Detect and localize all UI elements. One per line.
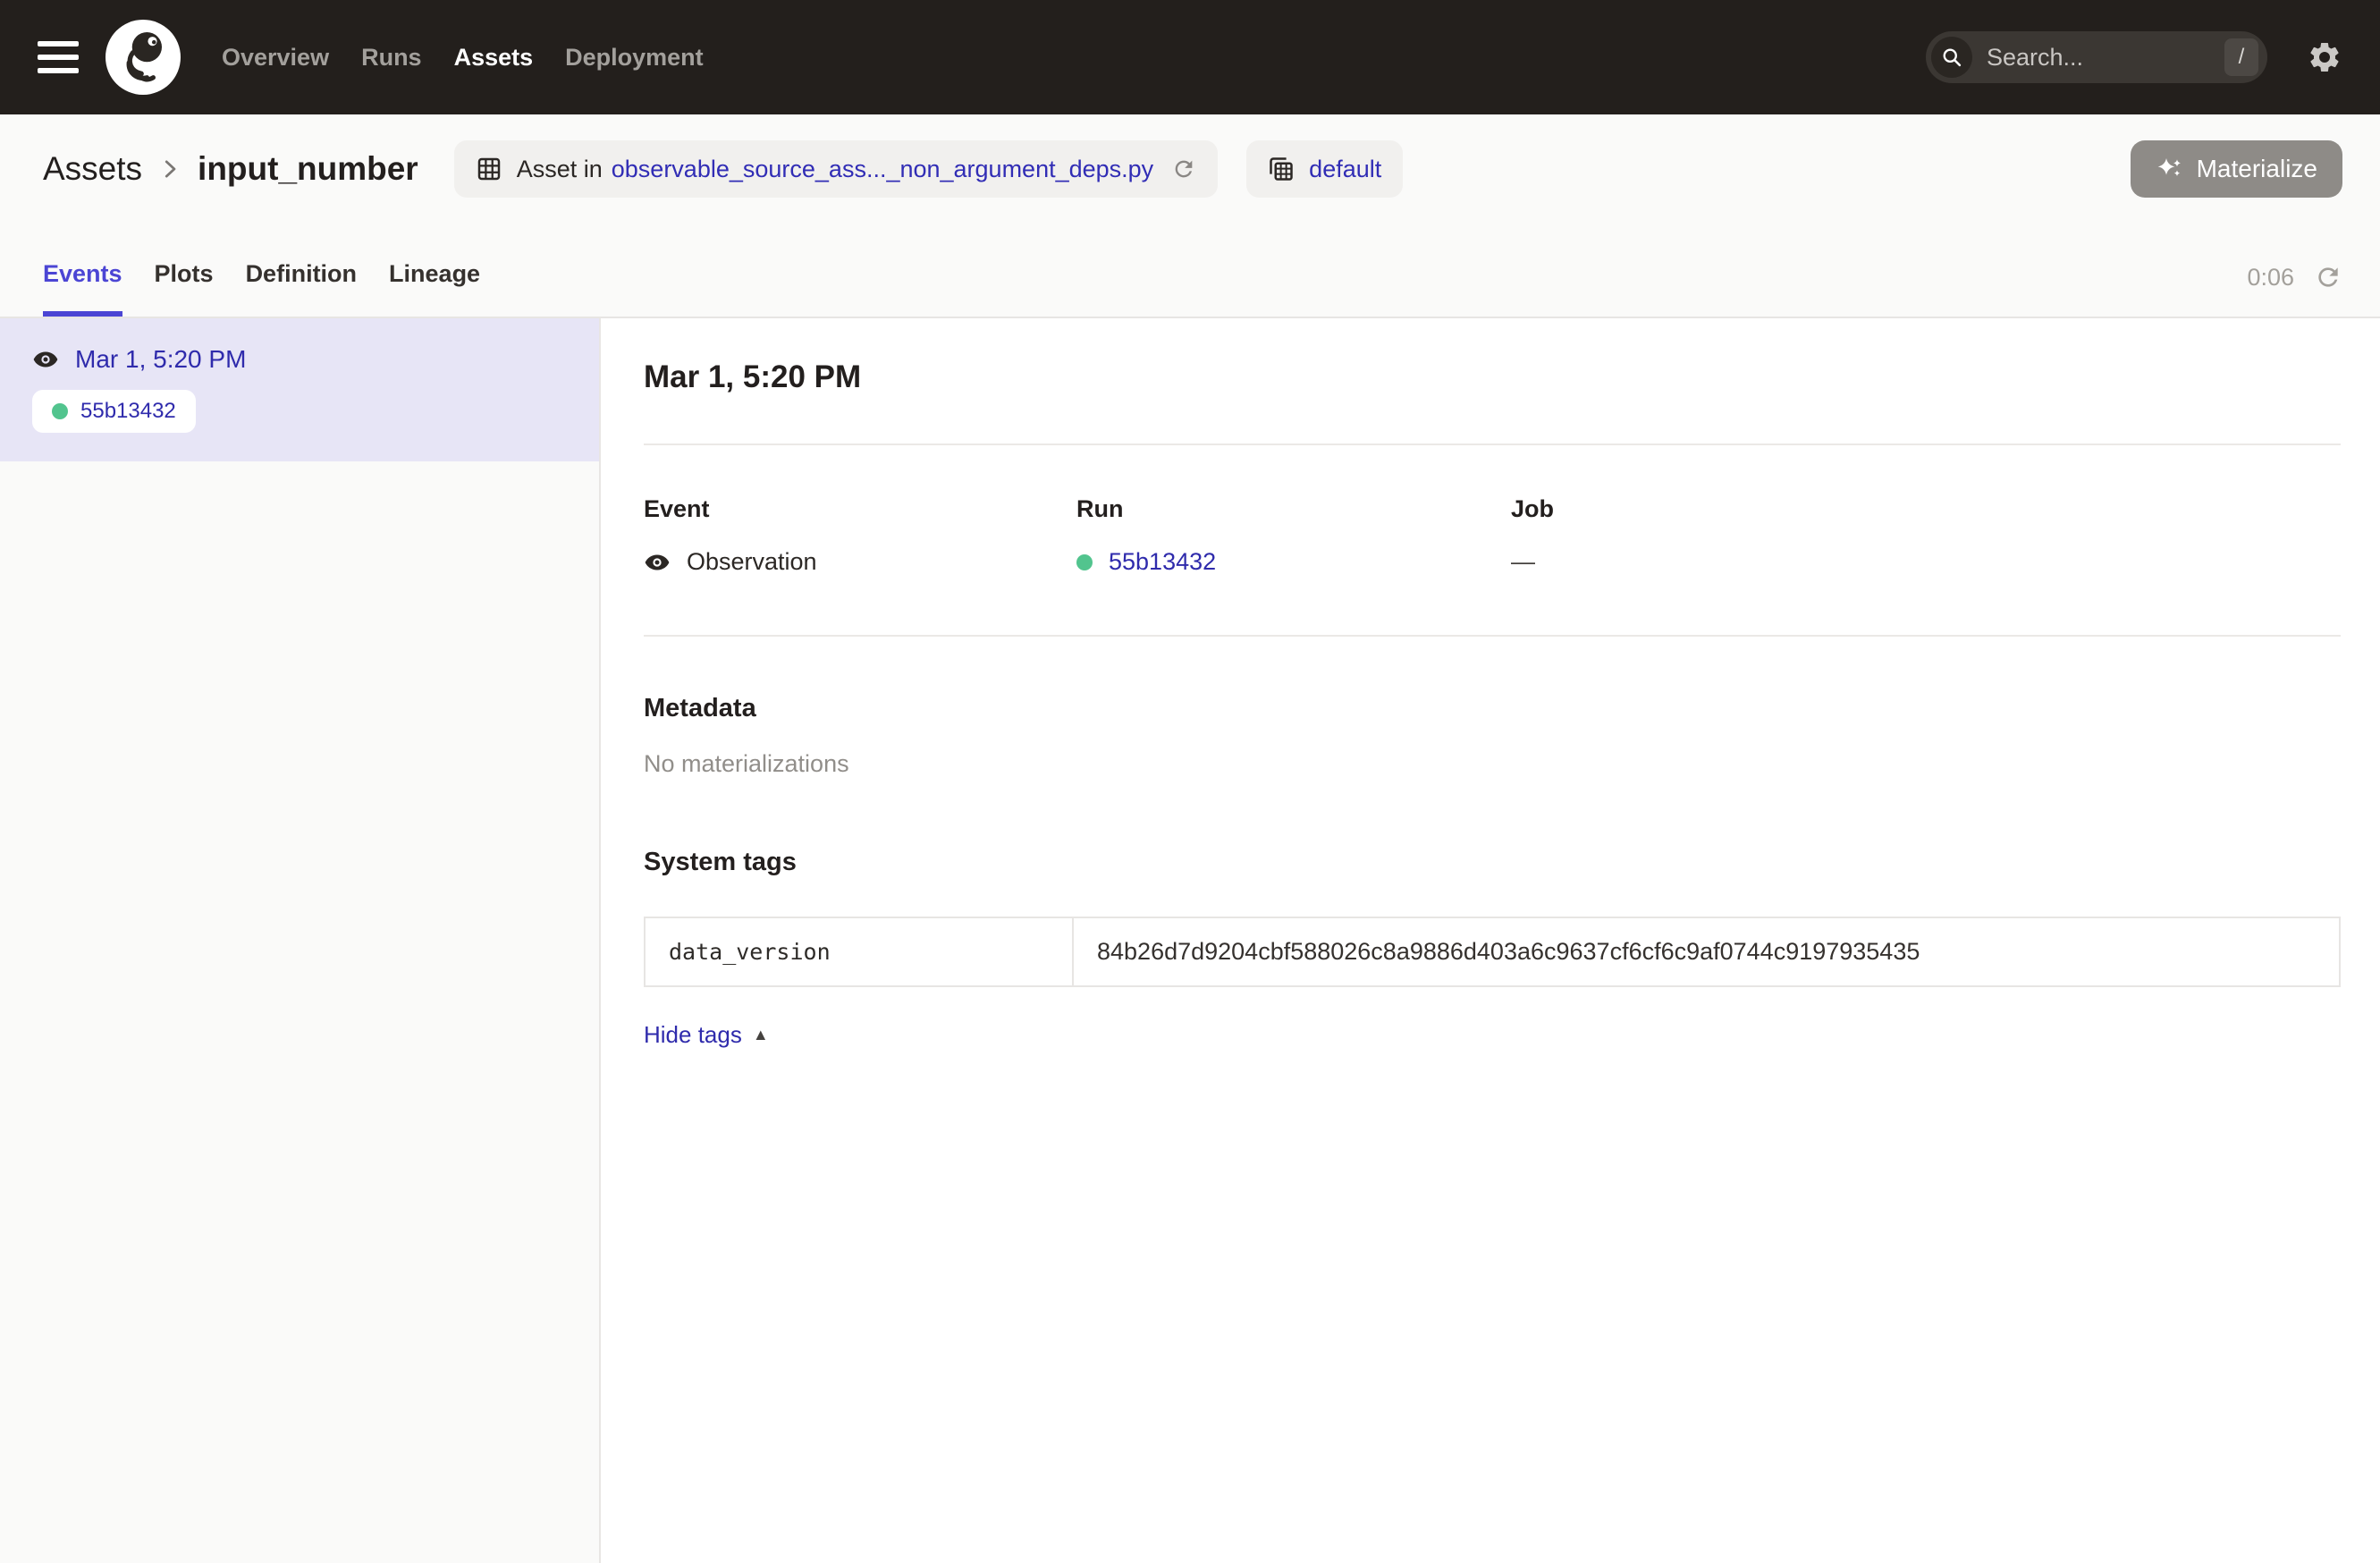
refresh-countdown: 0:06 (2247, 264, 2294, 291)
search-icon (1931, 37, 1972, 78)
run-column: Run 55b13432 (1076, 495, 1511, 576)
system-tags-heading: System tags (644, 848, 2341, 877)
nav-item-assets[interactable]: Assets (454, 44, 534, 72)
refresh-icon[interactable] (2314, 263, 2342, 291)
chevron-right-icon (156, 156, 183, 182)
event-timestamp: Mar 1, 5:20 PM (75, 345, 246, 374)
search-input[interactable] (1987, 44, 2224, 72)
search-box[interactable]: / (1926, 31, 2267, 83)
table-grid-icon (476, 156, 502, 182)
metadata-empty-text: No materializations (644, 750, 2341, 778)
tab-bar: Events Plots Definition Lineage 0:06 (0, 224, 2380, 318)
run-column-label: Run (1076, 495, 1511, 523)
divider (644, 444, 2341, 445)
nav-item-deployment[interactable]: Deployment (565, 44, 704, 72)
code-location-label: default (1309, 156, 1381, 183)
asset-definition-pill: Asset in observable_source_ass..._non_ar… (454, 140, 1218, 198)
search-shortcut-badge: / (2224, 38, 2258, 76)
top-nav: Overview Runs Assets Deployment / (0, 0, 2380, 114)
event-list-sidebar: Mar 1, 5:20 PM 55b13432 (0, 318, 601, 1563)
asset-definition-link[interactable]: observable_source_ass..._non_argument_de… (612, 156, 1153, 183)
job-empty-value: — (1511, 548, 1535, 576)
event-list-item[interactable]: Mar 1, 5:20 PM 55b13432 (0, 318, 599, 461)
asset-header: Assets input_number Asset in observable_… (0, 114, 2380, 224)
dagster-logo-icon[interactable] (105, 20, 181, 95)
asset-name: input_number (198, 150, 418, 188)
run-status-dot (1076, 554, 1093, 570)
run-chip[interactable]: 55b13432 (32, 390, 196, 433)
event-column-label: Event (644, 495, 1076, 523)
job-column: Job — (1511, 495, 2341, 576)
asset-pill-prefix: Asset in (517, 156, 603, 183)
code-location-pill[interactable]: default (1246, 140, 1403, 198)
hide-tags-label: Hide tags (644, 1021, 742, 1049)
primary-nav: Overview Runs Assets Deployment (222, 44, 704, 72)
system-tags-table: data_version 84b26d7d9204cbf588026c8a988… (644, 917, 2341, 987)
caret-up-icon: ▲ (753, 1026, 769, 1044)
table-row: data_version 84b26d7d9204cbf588026c8a988… (646, 918, 2339, 985)
run-status-dot (52, 403, 68, 419)
reload-definition-icon[interactable] (1171, 156, 1196, 182)
metadata-heading: Metadata (644, 694, 2341, 723)
hide-tags-link[interactable]: Hide tags ▲ (644, 1021, 769, 1049)
materialize-label: Materialize (2197, 155, 2317, 183)
event-type-value: Observation (687, 548, 817, 576)
menu-icon[interactable] (38, 41, 79, 73)
settings-gear-icon[interactable] (2307, 39, 2342, 75)
tag-key-cell: data_version (646, 918, 1074, 985)
tab-lineage[interactable]: Lineage (389, 260, 480, 317)
breadcrumb-assets-link[interactable]: Assets (43, 150, 142, 188)
eye-icon (32, 346, 59, 373)
nav-item-runs[interactable]: Runs (361, 44, 422, 72)
job-column-label: Job (1511, 495, 2341, 523)
eye-icon (644, 549, 671, 576)
event-column: Event Observation (644, 495, 1076, 576)
nav-item-overview[interactable]: Overview (222, 44, 329, 72)
event-detail-title: Mar 1, 5:20 PM (644, 359, 2341, 395)
tab-plots[interactable]: Plots (155, 260, 214, 317)
materialize-button[interactable]: Materialize (2131, 140, 2342, 198)
run-id-link[interactable]: 55b13432 (1109, 548, 1216, 576)
divider (644, 635, 2341, 637)
event-detail-panel: Mar 1, 5:20 PM Event Observation (601, 318, 2380, 1563)
run-id-label: 55b13432 (80, 399, 176, 424)
sparkle-icon (2156, 155, 2184, 183)
tab-events[interactable]: Events (43, 260, 122, 317)
tag-value-cell: 84b26d7d9204cbf588026c8a9886d403a6c9637c… (1074, 918, 2339, 985)
repo-icon (1268, 156, 1295, 182)
tab-definition[interactable]: Definition (246, 260, 357, 317)
